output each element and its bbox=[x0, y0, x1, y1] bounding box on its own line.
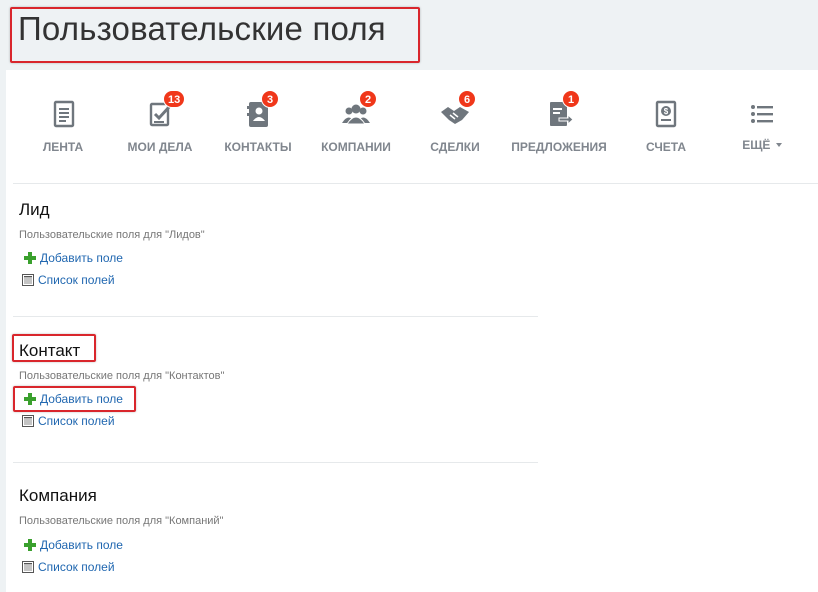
nav-label-companies: КОМПАНИИ bbox=[321, 140, 391, 154]
nav-label-deals: СДЕЛКИ bbox=[430, 140, 480, 154]
contacts-icon: 3 bbox=[243, 90, 279, 130]
section-divider bbox=[13, 462, 538, 463]
tasks-icon: 13 bbox=[145, 90, 186, 130]
nav-label-invoices: СЧЕТА bbox=[645, 140, 687, 154]
nav-label-feed: ЛЕНТА bbox=[42, 140, 84, 154]
deals-count-badge: 6 bbox=[458, 90, 476, 108]
nav-item-feed[interactable]: ЛЕНТА bbox=[28, 70, 98, 170]
quotes-count-badge: 1 bbox=[562, 90, 580, 108]
section-company: Компания Пользовательские поля для "Комп… bbox=[19, 486, 519, 586]
section-divider bbox=[13, 316, 538, 317]
nav-item-contacts[interactable]: 3 КОНТАКТЫ bbox=[220, 70, 296, 170]
tasks-count-badge: 13 bbox=[163, 90, 186, 108]
nav-label-more: ЕЩЁ bbox=[734, 138, 790, 152]
section-contact-title: Контакт bbox=[19, 341, 81, 360]
plus-icon bbox=[24, 393, 36, 405]
section-contact: Контакт Пользовательские поля для "Конта… bbox=[19, 341, 519, 441]
quotes-icon: 1 bbox=[544, 90, 580, 130]
list-icon bbox=[22, 415, 34, 427]
nav-item-tasks[interactable]: 13 МОИ ДЕЛА bbox=[123, 70, 197, 170]
lead-field-list-link[interactable]: Список полей bbox=[22, 273, 115, 287]
nav-item-deals[interactable]: 6 СДЕЛКИ bbox=[424, 70, 486, 170]
section-contact-subtitle: Пользовательские поля для "Контактов" bbox=[19, 370, 225, 382]
nav-divider bbox=[13, 183, 818, 184]
contact-field-list-link[interactable]: Список полей bbox=[22, 414, 115, 428]
nav-label-quotes: ПРЕДЛОЖЕНИЯ bbox=[511, 140, 607, 154]
list-icon bbox=[22, 561, 34, 573]
plus-icon bbox=[24, 539, 36, 551]
more-icon bbox=[747, 98, 777, 130]
section-lead: Лид Пользовательские поля для "Лидов" До… bbox=[19, 200, 519, 300]
deals-icon: 6 bbox=[440, 90, 476, 130]
title-bar: Пользовательские поля bbox=[0, 0, 818, 70]
svg-text:$: $ bbox=[664, 107, 669, 116]
companies-icon: 2 bbox=[341, 90, 377, 130]
section-company-title: Компания bbox=[19, 486, 97, 505]
contacts-count-badge: 3 bbox=[261, 90, 279, 108]
companies-count-badge: 2 bbox=[359, 90, 377, 108]
section-lead-subtitle: Пользовательские поля для "Лидов" bbox=[19, 229, 205, 241]
lead-add-field-link[interactable]: Добавить поле bbox=[24, 251, 123, 265]
feed-icon bbox=[48, 98, 78, 130]
list-icon bbox=[22, 274, 34, 286]
page-title: Пользовательские поля bbox=[18, 10, 386, 47]
contact-add-field-link[interactable]: Добавить поле bbox=[24, 392, 123, 406]
section-lead-title: Лид bbox=[19, 200, 50, 219]
company-add-field-link[interactable]: Добавить поле bbox=[24, 538, 123, 552]
nav-item-invoices[interactable]: $ СЧЕТА bbox=[636, 70, 696, 170]
section-company-subtitle: Пользовательские поля для "Компаний" bbox=[19, 515, 224, 527]
invoices-icon: $ bbox=[651, 98, 681, 130]
chevron-down-icon bbox=[775, 143, 782, 147]
nav-item-quotes[interactable]: 1 ПРЕДЛОЖЕНИЯ bbox=[509, 70, 609, 170]
nav-item-companies[interactable]: 2 КОМПАНИИ bbox=[316, 70, 396, 170]
content-panel: ЛЕНТА 13 МОИ ДЕЛА 3 КОНТАКТЫ 2 КОМПАНИИ … bbox=[6, 70, 818, 592]
plus-icon bbox=[24, 252, 36, 264]
nav-label-tasks: МОИ ДЕЛА bbox=[127, 140, 193, 154]
nav-label-contacts: КОНТАКТЫ bbox=[224, 140, 292, 154]
company-field-list-link[interactable]: Список полей bbox=[22, 560, 115, 574]
nav-item-more[interactable]: ЕЩЁ bbox=[734, 70, 790, 170]
